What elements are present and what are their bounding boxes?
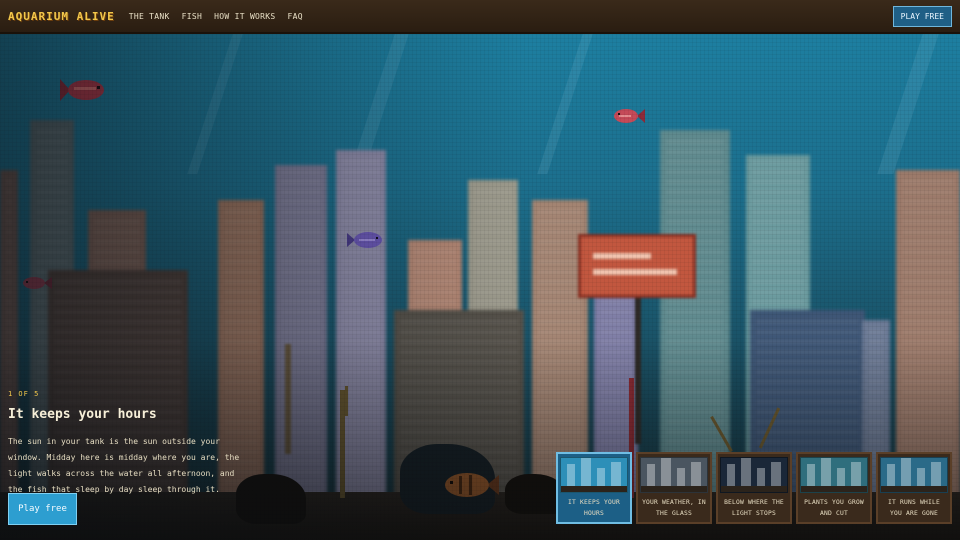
thumbnail-caption: IT KEEPS YOUR HOURS bbox=[568, 499, 620, 517]
nav-item-faq[interactable]: FAQ bbox=[288, 12, 303, 21]
thumbnail-below-the-light[interactable]: BELOW WHERE THE LIGHT STOPS bbox=[716, 452, 792, 524]
slide-thumbnails: IT KEEPS YOUR HOURS YOUR WEATHER, IN THE… bbox=[556, 452, 952, 524]
slide-copy: 1 OF 5 It keeps your hours The sun in yo… bbox=[8, 390, 253, 498]
thumbnail-it-keeps-your-hours[interactable]: IT KEEPS YOUR HOURS bbox=[556, 452, 632, 524]
top-bar: AQUARIUM ALIVE THE TANK FISH HOW IT WORK… bbox=[0, 0, 960, 34]
thumbnail-image bbox=[640, 457, 708, 493]
slide-title: It keeps your hours bbox=[8, 407, 157, 422]
header-play-free-button[interactable]: PLAY FREE bbox=[892, 5, 952, 27]
thumbnail-caption: PLANTS YOU GROW AND CUT bbox=[804, 499, 864, 517]
thumbnail-caption: BELOW WHERE THE LIGHT STOPS bbox=[724, 499, 784, 517]
thumbnail-runs-while-gone[interactable]: IT RUNS WHILE YOU ARE GONE bbox=[876, 452, 952, 524]
nav-item-how-it-works[interactable]: HOW IT WORKS bbox=[214, 12, 275, 21]
thumbnail-image bbox=[880, 457, 948, 493]
nav-item-the-tank[interactable]: THE TANK bbox=[129, 12, 170, 21]
thumbnail-image bbox=[720, 457, 788, 493]
play-free-button[interactable]: Play free bbox=[8, 493, 77, 525]
slide-description: The sun in your tank is the sun outside … bbox=[8, 437, 240, 494]
thumbnail-your-weather[interactable]: YOUR WEATHER, IN THE GLASS bbox=[636, 452, 712, 524]
thumbnail-image bbox=[800, 457, 868, 493]
brand-logo[interactable]: AQUARIUM ALIVE bbox=[8, 10, 115, 23]
thumbnail-image bbox=[560, 457, 628, 493]
main-nav: THE TANK FISH HOW IT WORKS FAQ bbox=[129, 12, 303, 21]
thumbnail-caption: YOUR WEATHER, IN THE GLASS bbox=[642, 499, 706, 517]
slide-counter: 1 OF 5 bbox=[8, 390, 40, 398]
thumbnail-caption: IT RUNS WHILE YOU ARE GONE bbox=[888, 499, 940, 517]
nav-item-fish[interactable]: FISH bbox=[182, 12, 202, 21]
thumbnail-plants[interactable]: PLANTS YOU GROW AND CUT bbox=[796, 452, 872, 524]
